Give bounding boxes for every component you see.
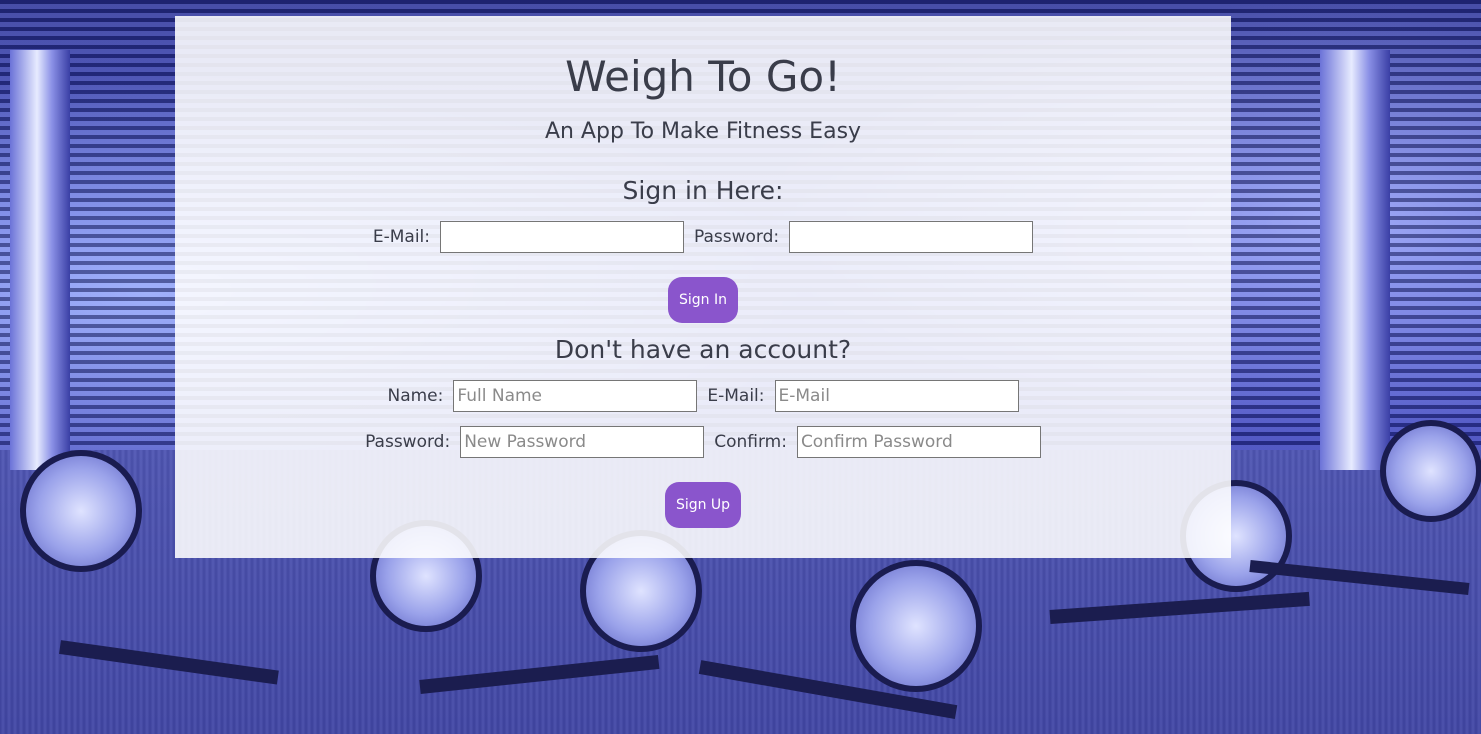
sign-up-name-input[interactable] — [453, 380, 698, 412]
sign-in-email-label: E-Mail: — [372, 227, 430, 247]
sign-up-button-row: Sign Up — [175, 482, 1231, 528]
app-subtitle: An App To Make Fitness Easy — [544, 119, 862, 144]
sign-in-fields-row: E-Mail: Password: — [175, 221, 1231, 253]
sign-up-email-input[interactable] — [774, 380, 1019, 412]
sign-up-password-input[interactable] — [460, 426, 705, 458]
app-title: Weigh To Go! — [565, 52, 841, 101]
sign-in-password-label: Password: — [694, 227, 780, 247]
sign-up-password-group: Password: — [365, 426, 705, 458]
bike-wheel-icon — [20, 450, 142, 572]
sign-up-password-row: Password: Confirm: — [175, 426, 1231, 458]
bike-wheel-icon — [1380, 420, 1481, 522]
sign-up-email-label: E-Mail: — [707, 386, 765, 406]
sign-in-email-group: E-Mail: — [373, 221, 684, 253]
sign-up-button[interactable]: Sign Up — [664, 482, 742, 528]
sign-in-heading: Sign in Here: — [622, 176, 784, 205]
sign-up-confirm-input[interactable] — [796, 426, 1041, 458]
sign-up-name-group: Name: — [387, 380, 698, 412]
auth-panel: Weigh To Go! An App To Make Fitness Easy… — [175, 16, 1231, 558]
sign-in-button[interactable]: Sign In — [668, 277, 738, 323]
sign-in-password-group: Password: — [694, 221, 1034, 253]
background-pillar — [1320, 50, 1390, 470]
sign-in-button-row: Sign In — [175, 277, 1231, 323]
sign-up-password-label: Password: — [365, 432, 451, 452]
sign-in-email-input[interactable] — [440, 221, 684, 253]
sign-up-name-email-row: Name: E-Mail: — [175, 380, 1231, 412]
sign-up-email-group: E-Mail: — [707, 380, 1019, 412]
sign-up-heading: Don't have an account? — [554, 335, 852, 364]
sign-in-password-input[interactable] — [789, 221, 1034, 253]
bike-wheel-icon — [850, 560, 982, 692]
sign-up-confirm-group: Confirm: — [714, 426, 1041, 458]
sign-up-confirm-label: Confirm: — [714, 432, 787, 452]
background-window — [10, 50, 70, 470]
sign-up-name-label: Name: — [387, 386, 444, 406]
